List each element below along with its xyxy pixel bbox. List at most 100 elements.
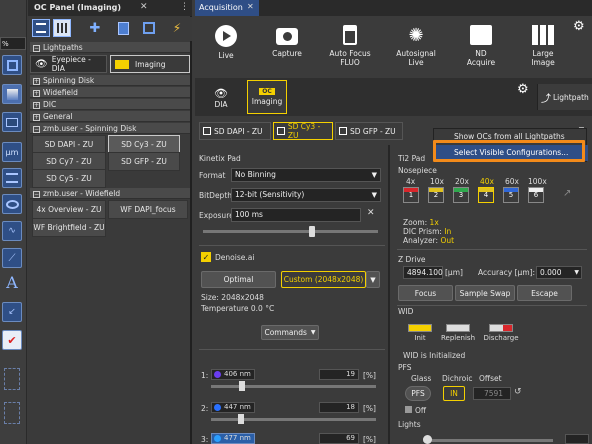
exposure-slider-track[interactable]: [203, 230, 378, 233]
eyepiece-button[interactable]: 👁 Eyepiece - DIA: [30, 55, 107, 73]
tab-imaging[interactable]: OC Imaging: [247, 80, 287, 114]
denoise-checkbox[interactable]: ✓: [201, 252, 211, 262]
oc-badge: OC: [259, 88, 275, 95]
laser-1-thumb[interactable]: [239, 381, 246, 391]
objective-20x[interactable]: 3: [453, 187, 469, 203]
select-rect-tool[interactable]: [2, 55, 22, 75]
objective-4x[interactable]: 1: [403, 187, 419, 203]
objective-60x[interactable]: 5: [503, 187, 519, 203]
oc-panel-tab[interactable]: OC Panel (Imaging) ✕ ⋮: [28, 0, 192, 16]
oc-wf-dapi-focus[interactable]: WF DAPI_focus: [108, 200, 188, 219]
exposure-input[interactable]: 100 ms: [231, 208, 361, 222]
laser-1-value[interactable]: 19: [319, 369, 359, 380]
text-tool[interactable]: A: [2, 272, 22, 292]
accuracy-select[interactable]: 0.000 ▼: [536, 266, 582, 279]
close-icon[interactable]: ✕: [247, 2, 254, 11]
list-view-icon[interactable]: [32, 19, 50, 37]
large-image-button[interactable]: Large Image: [523, 25, 563, 75]
wand-icon[interactable]: ⚡: [168, 19, 186, 37]
measure-tool[interactable]: µm: [2, 142, 22, 162]
laser-2-value[interactable]: 18: [319, 402, 359, 413]
group-spinning-user[interactable]: − zmb.user - Spinning Disk: [30, 123, 190, 134]
optimal-button[interactable]: Optimal: [201, 271, 276, 288]
group-widefield[interactable]: + Widefield: [30, 87, 190, 98]
acquisition-settings-icon[interactable]: ⚙: [573, 19, 585, 34]
arrow-tool[interactable]: ↙: [2, 302, 22, 322]
overlay-tool[interactable]: [2, 112, 22, 132]
oc-sd-cy5[interactable]: SD Cy5 - ZU: [32, 169, 106, 188]
imaging-button[interactable]: Imaging: [110, 55, 190, 73]
grid-view-icon[interactable]: [53, 19, 71, 37]
commands-button[interactable]: Commands ▼: [261, 325, 319, 340]
duplicate-oc-icon[interactable]: [140, 19, 158, 37]
config-tab-dapi[interactable]: SD DAPI - ZU: [199, 122, 271, 140]
pfs-glass-label: Glass: [411, 374, 432, 383]
lights-slider[interactable]: [423, 439, 553, 442]
laser-2-label[interactable]: 447 nm: [211, 402, 255, 413]
custom-roi-button[interactable]: Custom (2048x2048): [281, 271, 366, 288]
laser-1-label[interactable]: 406 nm: [211, 369, 255, 380]
panel-menu-icon[interactable]: ⋮: [180, 2, 189, 12]
wid-init-button[interactable]: Init: [405, 321, 435, 345]
external-link-icon[interactable]: ↗: [563, 188, 571, 199]
lightpaths-header[interactable]: − Lightpaths: [30, 42, 190, 53]
add-oc-icon[interactable]: ✚: [86, 19, 104, 37]
objective-40x[interactable]: 4: [478, 187, 494, 203]
config-tab-cy3[interactable]: SD Cy3 - ZU: [273, 122, 333, 140]
config-tabs-close-icon[interactable]: −: [578, 123, 585, 132]
laser-2-slider[interactable]: [211, 418, 376, 421]
laser-1-slider[interactable]: [211, 385, 376, 388]
laser-3-label[interactable]: 477 nm: [211, 433, 255, 444]
laser-2-thumb[interactable]: [237, 414, 244, 424]
exposure-slider-thumb[interactable]: [308, 226, 315, 237]
oc-sd-gfp[interactable]: SD GFP - ZU: [108, 152, 180, 171]
lights-value[interactable]: [565, 434, 589, 444]
tab-dia[interactable]: 👁 DIA: [203, 82, 239, 114]
shape-tool[interactable]: [2, 194, 22, 214]
stack-tool[interactable]: [2, 168, 22, 188]
lights-label: Lights: [398, 420, 421, 429]
offset-reset-icon[interactable]: ↺: [514, 387, 522, 397]
custom-roi-dropdown[interactable]: ▼: [366, 271, 380, 288]
bitdepth-select[interactable]: 12-bit (Sensitivity) ▼: [231, 188, 381, 202]
lightpath-button[interactable]: ⤴ Lightpath: [537, 84, 592, 110]
waveform-tool[interactable]: ∿: [2, 221, 22, 241]
autofocus-button[interactable]: Auto Focus FLUO: [325, 25, 375, 75]
sample-swap-button[interactable]: Sample Swap: [455, 285, 515, 301]
offset-input[interactable]: 7591: [473, 387, 511, 400]
bitdepth-label: BitDepth: [199, 191, 233, 200]
laser-3-value[interactable]: 69: [319, 433, 359, 444]
line-tool[interactable]: ⟋: [2, 248, 22, 268]
group-general[interactable]: + General: [30, 111, 190, 122]
z-position-input[interactable]: 4894.100: [403, 266, 443, 279]
exposure-reset-icon[interactable]: ✕: [367, 208, 375, 218]
dichroic-in-button[interactable]: IN: [443, 386, 465, 401]
escape-button[interactable]: Escape: [517, 285, 572, 301]
nd-acquire-button[interactable]: ND Acquire: [461, 25, 501, 75]
zoom-field[interactable]: %: [0, 37, 26, 50]
pfs-off-radio[interactable]: [405, 406, 412, 413]
wid-discharge-button[interactable]: Discharge: [481, 321, 521, 345]
config-tab-gfp[interactable]: SD GFP - ZU: [335, 122, 403, 140]
autosignal-button[interactable]: ✺ Autosignal Live: [391, 25, 441, 75]
close-icon[interactable]: ✕: [140, 2, 148, 12]
oc-4x-overview[interactable]: 4x Overview - ZU: [32, 200, 106, 219]
oc-wf-brightfield[interactable]: WF Brightfield - ZU: [32, 218, 106, 237]
group-spinning-disk[interactable]: + Spinning Disk: [30, 75, 190, 86]
pfs-button[interactable]: PFS: [405, 386, 431, 401]
acquisition-tab[interactable]: Acquisition ✕: [195, 0, 259, 16]
group-widefield-user[interactable]: − zmb.user - Widefield: [30, 188, 190, 199]
color-tool[interactable]: [2, 84, 22, 104]
check-tool[interactable]: ✔: [2, 330, 22, 350]
mode-settings-icon[interactable]: ⚙: [517, 82, 529, 97]
objective-10x[interactable]: 2: [428, 187, 444, 203]
edit-oc-icon[interactable]: [114, 19, 132, 37]
focus-button[interactable]: Focus: [398, 285, 453, 301]
objective-100x[interactable]: 6: [528, 187, 544, 203]
lights-thumb[interactable]: [423, 435, 432, 444]
group-dic[interactable]: + DIC: [30, 99, 190, 110]
wid-replenish-button[interactable]: Replenish: [438, 321, 478, 345]
live-button[interactable]: Live: [211, 25, 241, 75]
capture-button[interactable]: Capture: [267, 25, 307, 75]
format-select[interactable]: No Binning ▼: [231, 168, 381, 182]
